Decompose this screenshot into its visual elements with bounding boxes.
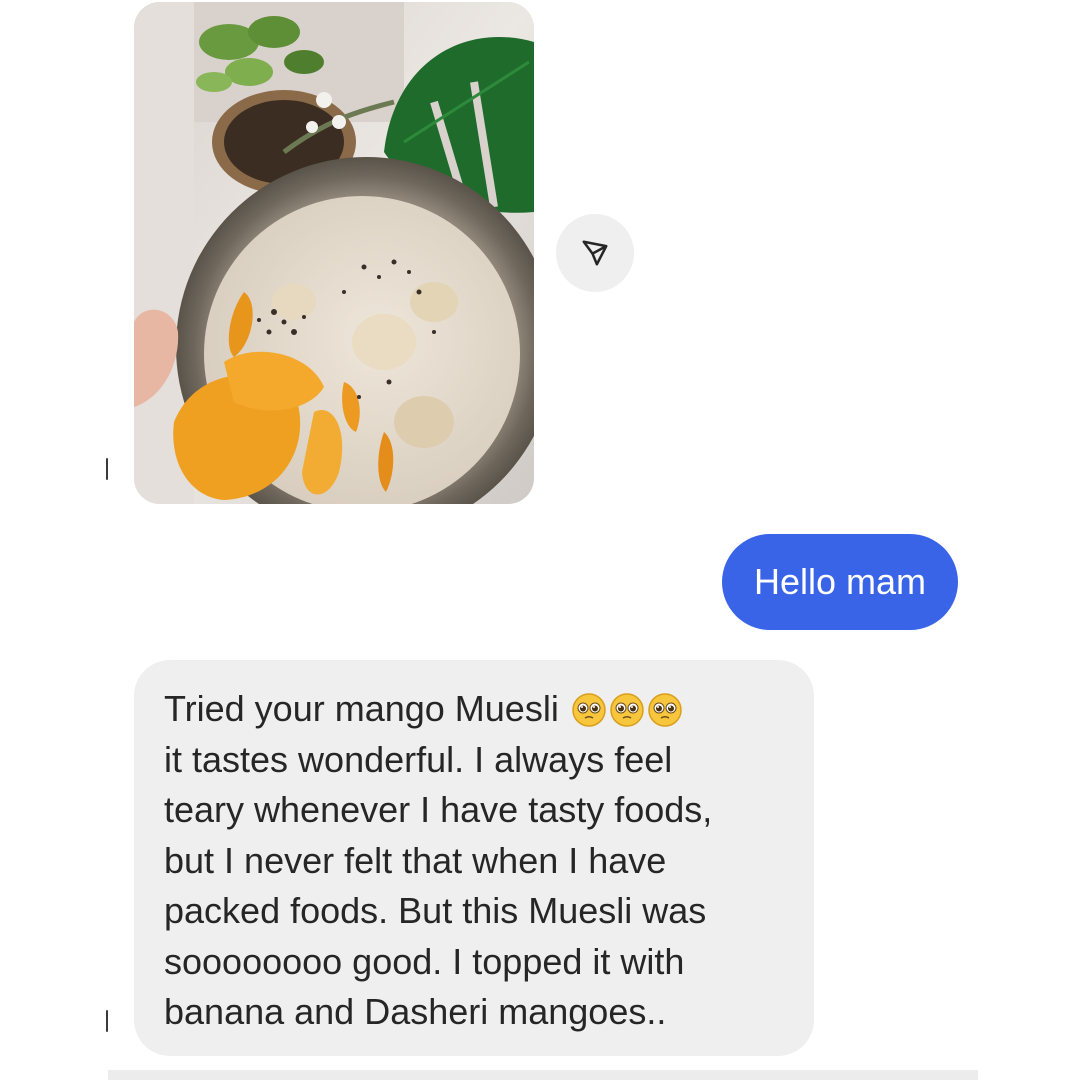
message-line: teary whenever I have tasty foods,	[164, 789, 713, 830]
edge-mark	[106, 1010, 108, 1032]
received-message[interactable]: Tried your mango Muesli it tastes wonder…	[134, 660, 814, 1056]
pleading-face-icon	[647, 692, 683, 728]
pleading-face-icon	[571, 692, 607, 728]
sent-message[interactable]: Hello mam	[721, 534, 958, 630]
message-line-text: Tried your mango Muesli	[164, 688, 559, 729]
muesli-bowl-photo	[134, 2, 534, 504]
photo-message[interactable]	[134, 2, 534, 504]
message-line: packed foods. But this Muesli was	[164, 890, 707, 931]
message-line: it tastes wonderful. I always feel	[164, 738, 673, 780]
composer-edge	[108, 1070, 978, 1080]
edge-mark	[106, 458, 108, 480]
message-line: Tried your mango Muesli	[164, 684, 784, 735]
message-line: banana and Dasheri mangoes..	[164, 991, 667, 1032]
message-line: soooooooo good. I topped it with	[164, 940, 685, 982]
chat-screen: Hello mam Tried your mango Muesli it tas…	[0, 0, 1080, 1080]
share-button[interactable]	[556, 214, 634, 292]
paper-plane-icon	[580, 238, 610, 268]
sent-message-text: Hello mam	[753, 561, 926, 602]
message-line: but I never felt that when I have	[164, 839, 667, 881]
pleading-face-icon	[609, 692, 645, 728]
